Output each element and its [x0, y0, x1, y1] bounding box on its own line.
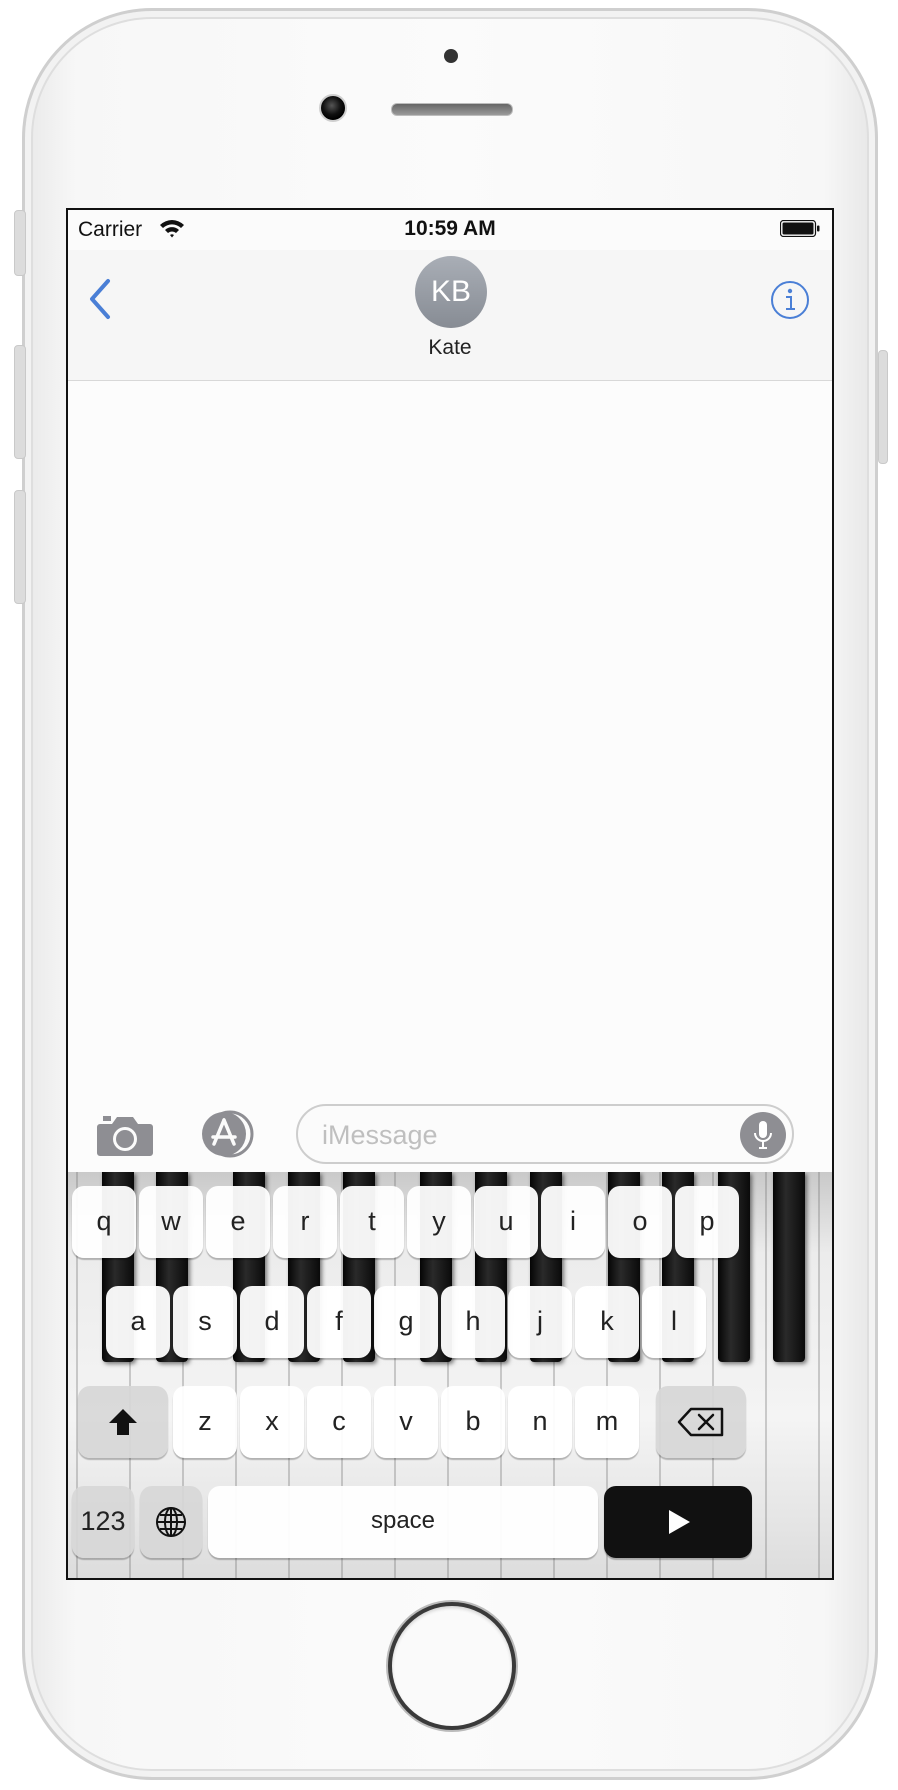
key-v[interactable]: v: [374, 1386, 438, 1458]
screen: Carrier 10:59 AM KB Kate iMessage q w e …: [66, 208, 834, 1580]
key-e[interactable]: e: [206, 1186, 270, 1258]
contact-name[interactable]: Kate: [68, 336, 832, 360]
earpiece-speaker: [391, 103, 513, 116]
camera-icon[interactable]: [96, 1112, 154, 1158]
front-camera: [319, 94, 347, 122]
power-button: [878, 350, 888, 464]
status-bar: Carrier 10:59 AM: [68, 210, 832, 250]
key-a[interactable]: a: [106, 1286, 170, 1358]
info-icon[interactable]: [770, 280, 810, 320]
key-r[interactable]: r: [273, 1186, 337, 1258]
key-q[interactable]: q: [72, 1186, 136, 1258]
key-n[interactable]: n: [508, 1386, 572, 1458]
key-i[interactable]: i: [541, 1186, 605, 1258]
key-f[interactable]: f: [307, 1286, 371, 1358]
conversation-header: KB Kate: [68, 250, 832, 381]
key-t[interactable]: t: [340, 1186, 404, 1258]
volume-down-button: [14, 490, 26, 604]
send-key[interactable]: [604, 1486, 752, 1558]
input-bar: [68, 1090, 832, 1170]
key-w[interactable]: w: [139, 1186, 203, 1258]
shift-icon: [109, 1409, 137, 1435]
key-b[interactable]: b: [441, 1386, 505, 1458]
delete-key[interactable]: [656, 1386, 746, 1458]
piano-key-seam: [765, 1172, 767, 1578]
clock: 10:59 AM: [404, 217, 496, 240]
battery-icon: [780, 220, 820, 237]
key-h[interactable]: h: [441, 1286, 505, 1358]
key-l[interactable]: l: [642, 1286, 706, 1358]
microphone-button[interactable]: [740, 1112, 786, 1158]
piano-black-key: [773, 1172, 805, 1362]
send-arrow-icon: [669, 1510, 690, 1534]
globe-key[interactable]: [140, 1486, 202, 1558]
piano-keyboard: q w e r t y u i o p a s d f g h j k l z …: [68, 1172, 832, 1578]
back-chevron-icon[interactable]: [88, 278, 112, 320]
app-store-icon[interactable]: [196, 1110, 258, 1158]
key-j[interactable]: j: [508, 1286, 572, 1358]
numbers-key[interactable]: 123: [72, 1486, 134, 1558]
delete-icon: [677, 1407, 724, 1437]
space-key[interactable]: space: [208, 1486, 598, 1558]
key-o[interactable]: o: [608, 1186, 672, 1258]
key-u[interactable]: u: [474, 1186, 538, 1258]
key-x[interactable]: x: [240, 1386, 304, 1458]
key-k[interactable]: k: [575, 1286, 639, 1358]
avatar[interactable]: KB: [415, 256, 487, 328]
key-y[interactable]: y: [407, 1186, 471, 1258]
message-field[interactable]: [296, 1104, 794, 1164]
key-g[interactable]: g: [374, 1286, 438, 1358]
key-s[interactable]: s: [173, 1286, 237, 1358]
key-z[interactable]: z: [173, 1386, 237, 1458]
shift-key[interactable]: [78, 1386, 168, 1458]
key-c[interactable]: c: [307, 1386, 371, 1458]
microphone-icon: [754, 1121, 772, 1149]
globe-icon: [156, 1507, 186, 1537]
volume-up-button: [14, 345, 26, 459]
mute-switch: [14, 210, 26, 276]
key-m[interactable]: m: [575, 1386, 639, 1458]
message-input[interactable]: [320, 1116, 724, 1154]
proximity-sensor: [444, 49, 458, 63]
key-p[interactable]: p: [675, 1186, 739, 1258]
key-d[interactable]: d: [240, 1286, 304, 1358]
home-button[interactable]: [388, 1602, 516, 1730]
piano-key-seam: [818, 1172, 820, 1578]
